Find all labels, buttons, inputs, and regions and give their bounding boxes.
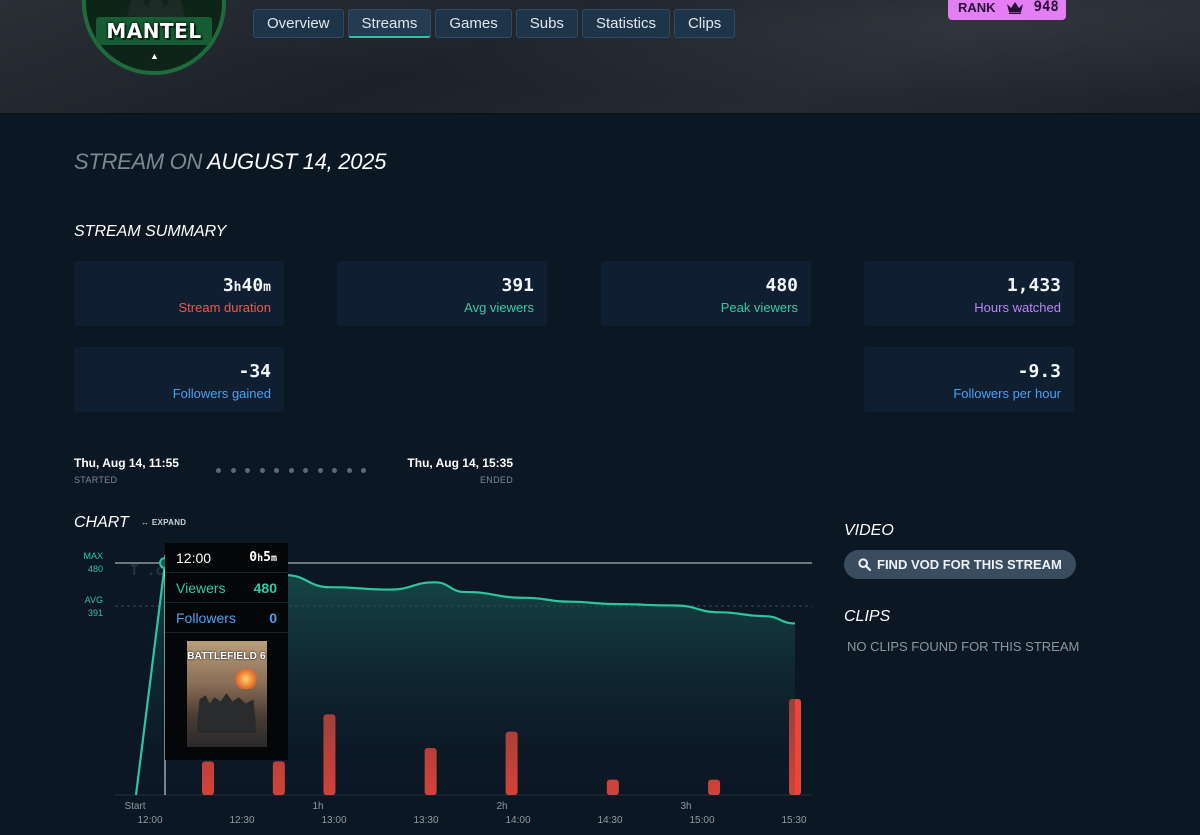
- tooltip-followers-label: Followers: [176, 609, 236, 626]
- nav-streams[interactable]: Streams: [347, 9, 432, 38]
- viewers-chart[interactable]: MAX 480 AVG 391 T .com 12:00 12:30 13:00 13…: [0, 540, 830, 835]
- no-clips-message: NO CLIPS FOUND FOR THIS STREAM: [847, 639, 1080, 654]
- card-followers-per-hour: -9.3 Followers per hour: [864, 347, 1074, 412]
- game-title: BATTLEFIELD 6: [187, 651, 266, 662]
- nav-subs[interactable]: Subs: [515, 9, 578, 38]
- peak-viewers-value: 480: [765, 275, 798, 296]
- x-tick-label: 15:30: [781, 815, 806, 826]
- find-vod-label: FIND VOD FOR THIS STREAM: [877, 557, 1062, 572]
- summary-title: STREAM SUMMARY: [74, 223, 227, 240]
- explosion-art: [232, 669, 259, 689]
- start-label: STARTED: [74, 475, 118, 485]
- followers-per-hour-label: Followers per hour: [953, 386, 1061, 401]
- crown-icon: [1006, 1, 1023, 14]
- title-date: AUGUST 14, 2025: [207, 149, 387, 174]
- max-label: MAX: [83, 551, 103, 561]
- avg-viewers-label: Avg viewers: [464, 300, 534, 315]
- tooltip-viewers-value: 480: [253, 579, 277, 596]
- avg-viewers-value: 391: [501, 275, 534, 296]
- tooltip-duration: 0h5m: [249, 550, 277, 565]
- game-cover-image[interactable]: BATTLEFIELD 6: [186, 641, 267, 747]
- x-duration-label: Start: [124, 801, 145, 812]
- card-peak-viewers: 480 Peak viewers: [601, 261, 811, 326]
- followers-gained-label: Followers gained: [172, 386, 271, 401]
- rank-value: 948: [1033, 0, 1059, 15]
- page-title: STREAM ON AUGUST 14, 2025: [74, 149, 386, 175]
- stream-duration-label: Stream duration: [178, 300, 272, 315]
- x-duration-label: 2h: [496, 801, 507, 812]
- timeline-end: Thu, Aug 14, 15:35 ENDED: [404, 456, 513, 485]
- find-vod-button[interactable]: FIND VOD FOR THIS STREAM: [844, 550, 1076, 579]
- max-value: 480: [88, 564, 103, 574]
- card-hours-watched: 1,433 Hours watched: [864, 261, 1074, 326]
- timeline-start: Thu, Aug 14, 11:55 STARTED: [74, 456, 179, 485]
- card-avg-viewers: 391 Avg viewers: [337, 261, 547, 326]
- clips-title: CLIPS: [844, 608, 891, 625]
- x-tick-label: 12:00: [137, 815, 162, 826]
- card-followers-gained: -34 Followers gained: [74, 347, 284, 412]
- tooltip-header: 12:00 0h5m: [165, 543, 288, 573]
- search-icon: [858, 558, 871, 571]
- end-label: ENDED: [479, 475, 513, 485]
- logo-badge-icon: ▲: [150, 51, 159, 61]
- nav-overview[interactable]: Overview: [253, 9, 344, 38]
- followers-per-hour-value: -9.3: [1017, 361, 1061, 382]
- x-tick-label: 14:00: [505, 815, 530, 826]
- chart-tooltip: 12:00 0h5m Viewers 480 Followers 0 BATTL…: [165, 543, 288, 760]
- video-title: VIDEO: [844, 522, 894, 539]
- expand-label: EXPAND: [151, 518, 187, 527]
- nav-games[interactable]: Games: [435, 9, 512, 38]
- channel-nav: Overview Streams Games Subs Statistics C…: [253, 9, 736, 38]
- x-tick-label: 12:30: [229, 815, 254, 826]
- avg-label: AVG: [85, 595, 103, 605]
- timeline-dots: [216, 468, 366, 473]
- end-date: Thu, Aug 14, 15:35: [407, 456, 513, 470]
- rank-label: RANK: [958, 0, 996, 15]
- start-date: Thu, Aug 14, 11:55: [74, 456, 179, 470]
- soldiers-art: [196, 693, 257, 733]
- tooltip-time: 12:00: [176, 549, 212, 566]
- x-duration-label: 3h: [680, 801, 691, 812]
- card-stream-duration: 3h40m Stream duration: [74, 261, 284, 326]
- followers-gained-value: -34: [238, 361, 271, 382]
- rank-badge[interactable]: RANK 948: [948, 0, 1066, 20]
- title-prefix: STREAM ON: [74, 149, 203, 174]
- nav-statistics[interactable]: Statistics: [581, 9, 670, 38]
- peak-viewers-label: Peak viewers: [720, 300, 798, 315]
- stream-duration-value: 3h40m: [222, 275, 271, 296]
- expand-arrows-icon: ↔: [141, 518, 150, 527]
- x-duration-label: 1h: [312, 801, 323, 812]
- tooltip-viewers-label: Viewers: [176, 579, 226, 596]
- hours-watched-label: Hours watched: [974, 300, 1061, 315]
- avg-value: 391: [88, 608, 103, 618]
- x-tick-label: 13:00: [321, 815, 346, 826]
- tooltip-followers: Followers 0: [165, 603, 288, 633]
- x-tick-label: 15:00: [689, 815, 714, 826]
- x-tick-label: 13:30: [413, 815, 438, 826]
- tooltip-viewers: Viewers 480: [165, 573, 288, 603]
- nav-clips[interactable]: Clips: [673, 9, 736, 38]
- chart-title: CHART: [74, 514, 129, 531]
- logo-text: MANTEL: [106, 19, 202, 43]
- hours-watched-value: 1,433: [1006, 275, 1061, 296]
- tooltip-followers-value: 0: [269, 609, 277, 626]
- expand-button[interactable]: ↔ EXPAND: [141, 518, 186, 527]
- x-tick-label: 14:30: [597, 815, 622, 826]
